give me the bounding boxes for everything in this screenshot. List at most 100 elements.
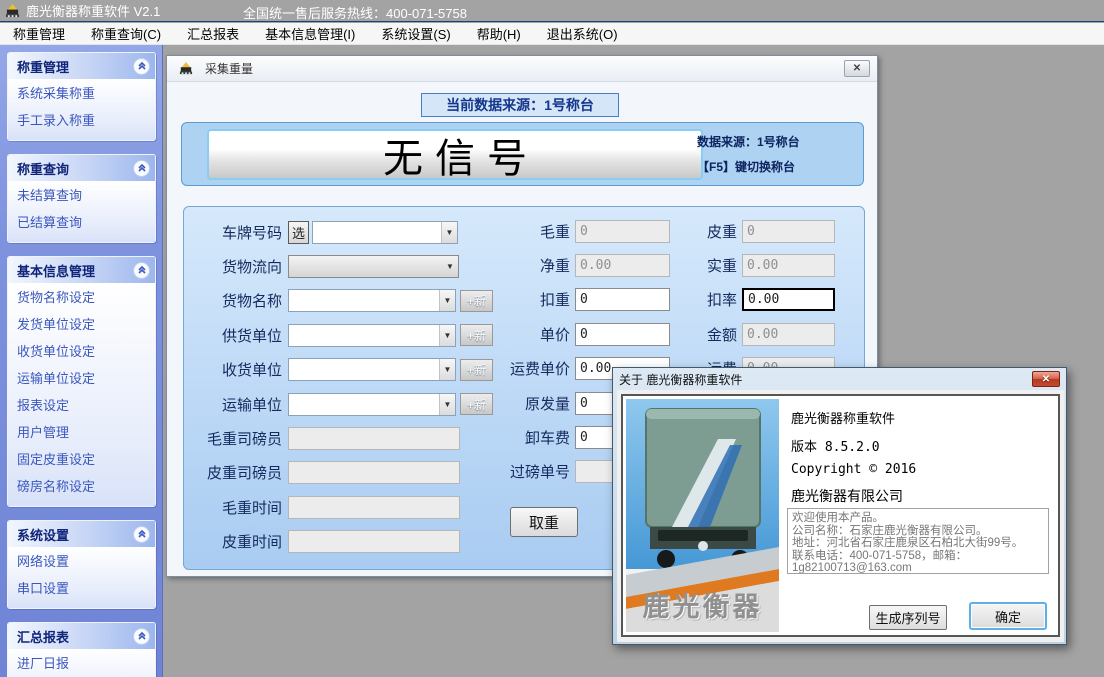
actual-weight-field bbox=[742, 254, 835, 277]
sidebar-item-fixed-tare[interactable]: 固定皮重设定 bbox=[8, 446, 155, 473]
tare-time-label: 皮重时间 bbox=[186, 531, 282, 552]
form-right-column: 皮重 实重 扣率 金额 bbox=[662, 214, 835, 386]
transport-add-button[interactable]: +新 bbox=[460, 393, 493, 415]
unit-price-field[interactable] bbox=[575, 323, 670, 346]
chevron-down-icon[interactable]: ▼ bbox=[439, 290, 455, 311]
actual-weight-label: 实重 bbox=[662, 255, 737, 276]
sidebar-item-system-collect[interactable]: 系统采集称重 bbox=[8, 80, 155, 107]
collect-window-titlebar[interactable]: 采集重量 ✕ bbox=[167, 56, 877, 82]
transport-combo[interactable]: ▼ bbox=[288, 393, 456, 416]
collapse-chevron-icon[interactable] bbox=[133, 628, 150, 645]
tare-weight-field bbox=[742, 220, 835, 243]
sidebar-item-user-management[interactable]: 用户管理 bbox=[8, 419, 155, 446]
chevron-down-icon[interactable]: ▼ bbox=[441, 222, 457, 243]
sidebar-item-unsettled-query[interactable]: 未结算查询 bbox=[8, 182, 155, 209]
gross-operator-field bbox=[288, 427, 460, 450]
chevron-down-icon[interactable]: ▼ bbox=[439, 325, 455, 346]
section-header-weigh-query[interactable]: 称重查询 bbox=[8, 155, 155, 181]
unit-price-label: 单价 bbox=[490, 324, 570, 345]
goods-name-combo[interactable]: ▼ bbox=[288, 289, 456, 312]
menu-item-summary-report[interactable]: 汇总报表 bbox=[174, 22, 252, 45]
menu-item-weigh-manage[interactable]: 称重管理 bbox=[0, 22, 78, 45]
deduct-rate-field[interactable] bbox=[742, 288, 835, 311]
freight-price-label: 运费单价 bbox=[490, 358, 570, 379]
supplier-combo[interactable]: ▼ bbox=[288, 324, 456, 347]
generate-serial-button[interactable]: 生成序列号 bbox=[869, 605, 947, 630]
sidebar-section-weigh-query: 称重查询 未结算查询 已结算查询 bbox=[7, 154, 156, 243]
about-dialog-titlebar[interactable]: 关于 鹿光衡器称重软件 ✕ bbox=[613, 368, 1066, 390]
take-weight-button[interactable]: 取重 bbox=[510, 507, 578, 537]
sidebar-item-network-settings[interactable]: 网络设置 bbox=[8, 548, 155, 575]
original-qty-label: 原发量 bbox=[490, 393, 570, 414]
window-title: 采集重量 bbox=[205, 60, 253, 77]
section-header-system-settings[interactable]: 系统设置 bbox=[8, 521, 155, 547]
collapse-chevron-icon[interactable] bbox=[133, 526, 150, 543]
chevron-down-icon[interactable]: ▼ bbox=[439, 394, 455, 415]
about-welcome-box: 欢迎使用本产品。 公司名称：石家庄鹿光衡器有限公司。 地址：河北省石家庄鹿泉区石… bbox=[787, 508, 1049, 574]
sidebar-section-system-settings: 系统设置 网络设置 串口设置 bbox=[7, 520, 156, 609]
welcome-line: 联系电话：400-071-5758，邮箱： bbox=[792, 550, 1044, 563]
dialog-close-icon[interactable]: ✕ bbox=[1032, 371, 1060, 387]
about-company: 鹿光衡器有限公司 bbox=[791, 486, 903, 506]
about-product-name: 鹿光衡器称重软件 bbox=[791, 408, 895, 427]
sidebar-item-goods-name[interactable]: 货物名称设定 bbox=[8, 284, 155, 311]
section-header-summary-report[interactable]: 汇总报表 bbox=[8, 623, 155, 649]
supplier-add-button[interactable]: +新 bbox=[460, 324, 493, 346]
goods-flow-combo[interactable]: ▼ bbox=[288, 255, 459, 278]
sidebar-item-sender-unit[interactable]: 发货单位设定 bbox=[8, 311, 155, 338]
section-title: 基本信息管理 bbox=[17, 261, 95, 280]
gross-time-field bbox=[288, 496, 460, 519]
sidebar-item-serial-port[interactable]: 串口设置 bbox=[8, 575, 155, 602]
menu-item-help[interactable]: 帮助(H) bbox=[464, 22, 534, 45]
menu-item-weigh-query[interactable]: 称重查询(C) bbox=[78, 22, 174, 45]
plate-number-combo[interactable]: ▼ bbox=[312, 221, 458, 244]
sidebar-item-settled-query[interactable]: 已结算查询 bbox=[8, 209, 155, 236]
sidebar-item-receiver-unit[interactable]: 收货单位设定 bbox=[8, 338, 155, 365]
receiver-add-button[interactable]: +新 bbox=[460, 359, 493, 381]
collapse-chevron-icon[interactable] bbox=[133, 58, 150, 75]
welcome-line: 地址：河北省石家庄鹿泉区石柏北大街99号。 bbox=[792, 537, 1044, 550]
goods-name-label: 货物名称 bbox=[186, 290, 282, 311]
menu-item-system-settings[interactable]: 系统设置(S) bbox=[368, 22, 463, 45]
about-dialog-body: 鹿光衡器 鹿光衡器称重软件 版本 8.5.2.0 Copyright © 201… bbox=[617, 390, 1064, 642]
sidebar-item-transport-unit[interactable]: 运输单位设定 bbox=[8, 365, 155, 392]
supplier-label: 供货单位 bbox=[186, 325, 282, 346]
section-header-basic-info[interactable]: 基本信息管理 bbox=[8, 257, 155, 283]
signal-hint-text: 【F5】键切换称台 bbox=[697, 155, 855, 180]
receiver-combo[interactable]: ▼ bbox=[288, 358, 456, 381]
welcome-line: 欢迎使用本产品。 bbox=[792, 512, 1044, 525]
section-header-weigh-manage[interactable]: 称重管理 bbox=[8, 53, 155, 79]
unload-fee-label: 卸车费 bbox=[490, 427, 570, 448]
plate-select-button[interactable]: 选 bbox=[288, 221, 309, 244]
window-close-icon[interactable]: ✕ bbox=[844, 60, 870, 77]
ticket-no-label: 过磅单号 bbox=[490, 461, 570, 482]
app-logo-icon bbox=[5, 4, 20, 18]
chevron-down-icon[interactable]: ▼ bbox=[439, 359, 455, 380]
welcome-line: 1g82100713@163.com bbox=[792, 562, 1044, 574]
deduct-weight-label: 扣重 bbox=[490, 289, 570, 310]
chevron-down-icon[interactable]: ▼ bbox=[442, 256, 458, 277]
collapse-chevron-icon[interactable] bbox=[133, 160, 150, 177]
goods-flow-label: 货物流向 bbox=[186, 256, 282, 277]
goods-name-add-button[interactable]: +新 bbox=[460, 290, 493, 312]
ok-button[interactable]: 确定 bbox=[969, 602, 1047, 630]
plate-number-label: 车牌号码 bbox=[186, 222, 282, 243]
tare-operator-label: 皮重司磅员 bbox=[186, 462, 282, 483]
menu-item-basic-info[interactable]: 基本信息管理(I) bbox=[252, 22, 368, 45]
about-content-box: 鹿光衡器 鹿光衡器称重软件 版本 8.5.2.0 Copyright © 201… bbox=[621, 394, 1060, 637]
collapse-chevron-icon[interactable] bbox=[133, 262, 150, 279]
data-source-banner: 当前数据来源：1号称台 bbox=[421, 93, 619, 117]
signal-panel: 无信号 数据来源：1号称台 【F5】键切换称台 bbox=[181, 122, 864, 186]
menu-item-exit[interactable]: 退出系统(O) bbox=[534, 22, 631, 45]
sidebar-item-manual-entry[interactable]: 手工录入称重 bbox=[8, 107, 155, 134]
deduct-weight-field[interactable] bbox=[575, 288, 670, 311]
about-dialog-title: 关于 鹿光衡器称重软件 bbox=[619, 371, 742, 388]
section-title: 称重查询 bbox=[17, 159, 69, 178]
sidebar-item-scale-house-name[interactable]: 磅房名称设定 bbox=[8, 473, 155, 500]
sidebar-section-summary-report: 汇总报表 进厂日报 出厂日报 bbox=[7, 622, 156, 677]
sidebar-item-inbound-daily[interactable]: 进厂日报 bbox=[8, 650, 155, 677]
section-title: 称重管理 bbox=[17, 57, 69, 76]
sidebar-item-report-settings[interactable]: 报表设定 bbox=[8, 392, 155, 419]
app-title: 鹿光衡器称重软件 V2.1 bbox=[26, 1, 160, 20]
receiver-label: 收货单位 bbox=[186, 359, 282, 380]
